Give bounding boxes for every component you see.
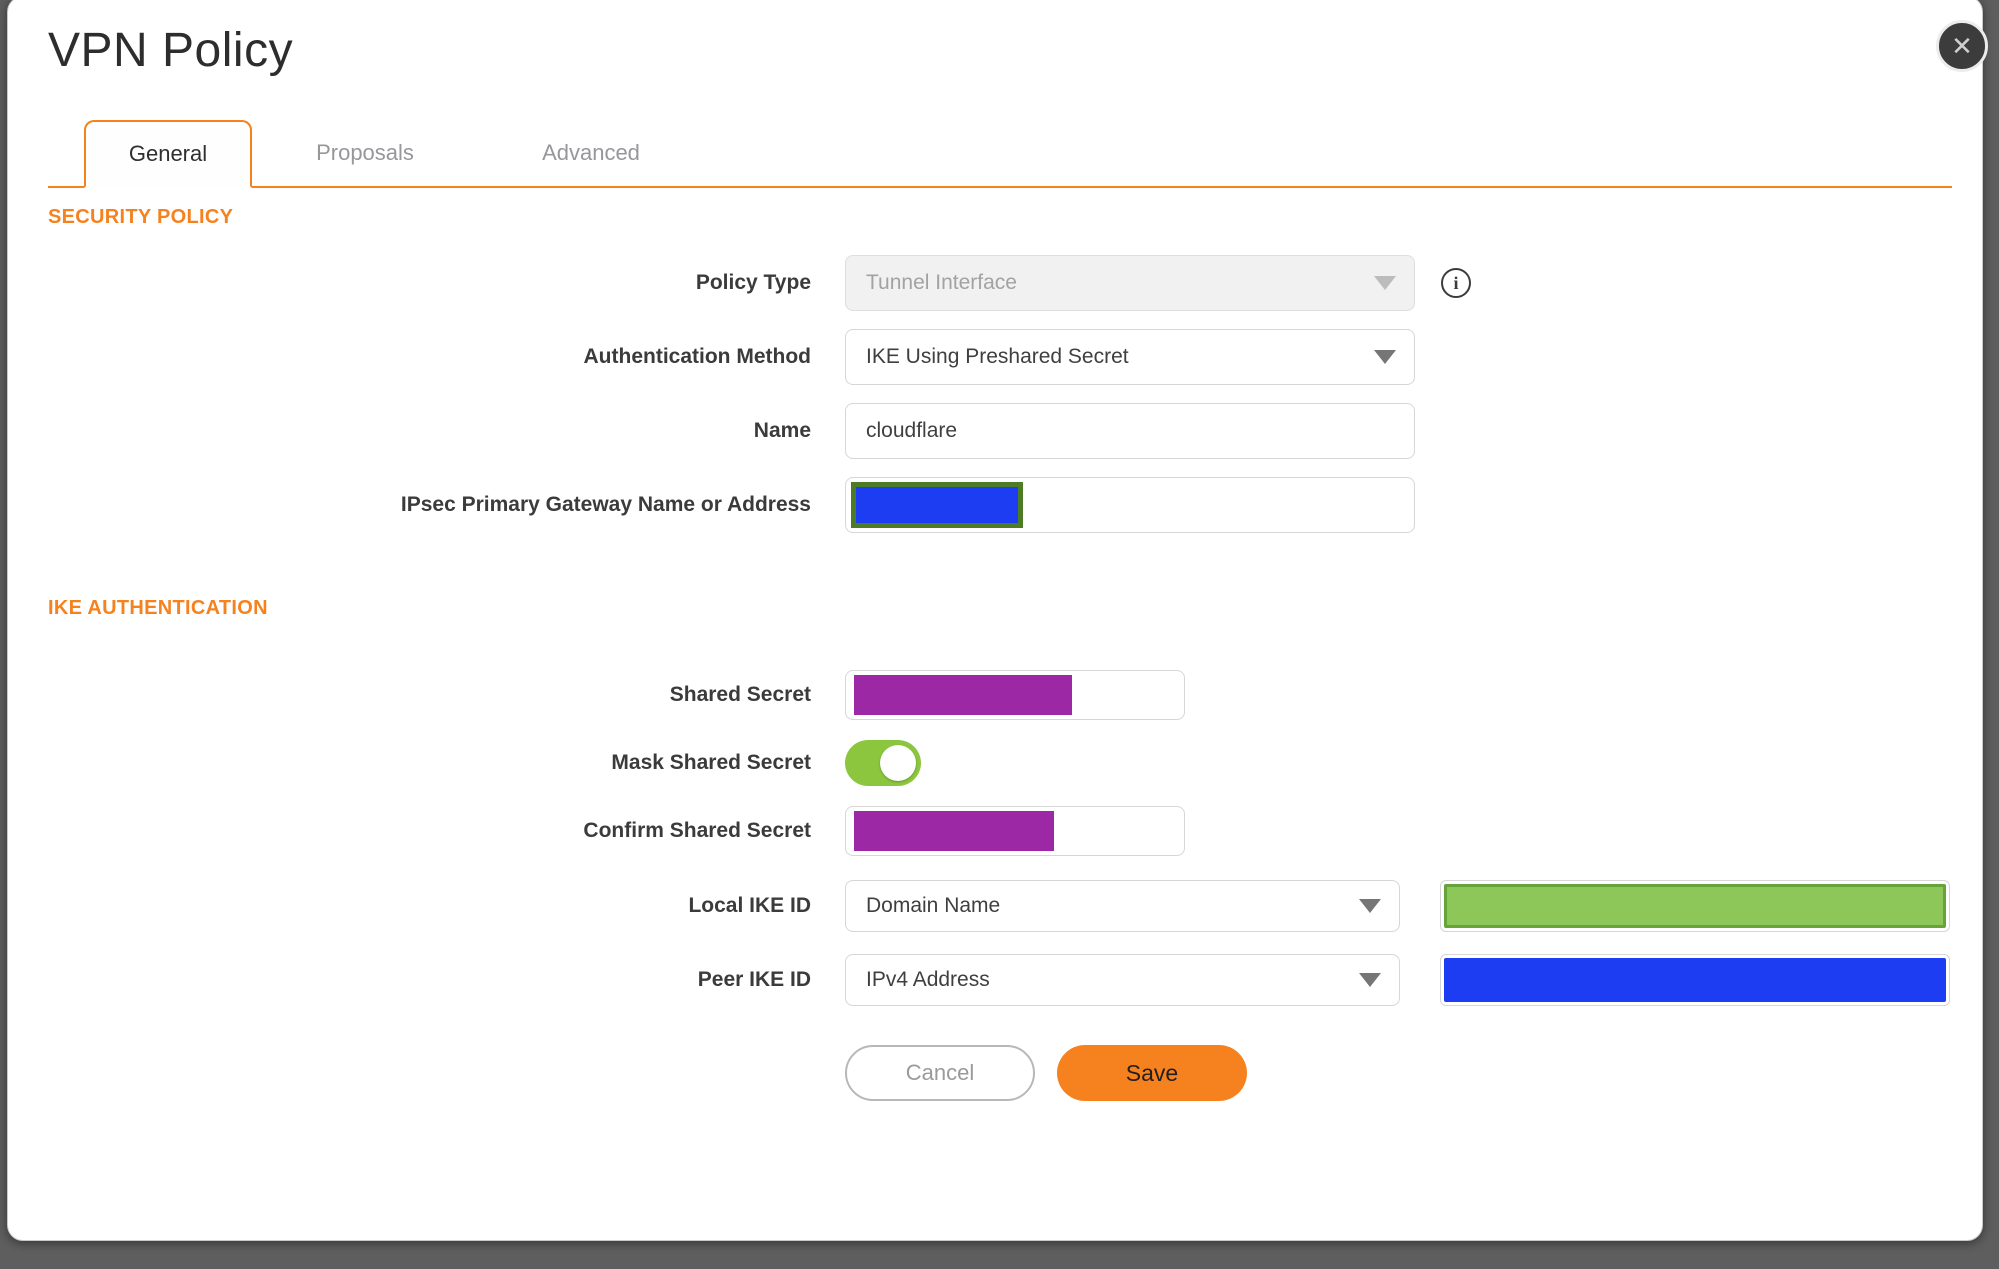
row-shared-secret: Shared Secret [48,670,1952,720]
row-peer-ike-id: Peer IKE ID IPv4 Address [48,954,1952,1006]
close-icon: ✕ [1951,31,1973,61]
masked-shared-secret-value [854,675,1072,715]
modal-backdrop: VPN Policy General Proposals Advanced SE… [0,0,1999,1269]
tab-general[interactable]: General [84,120,252,188]
tab-general-label: General [128,141,208,166]
masked-gateway-value [851,482,1023,528]
row-actions: Cancel Save [48,1045,1952,1101]
local-ike-id-select[interactable]: Domain Name [845,880,1400,932]
policy-type-label: Policy Type [695,271,811,294]
peer-ike-id-type-value: IPv4 Address [866,968,990,991]
local-ike-id-label: Local IKE ID [688,894,811,917]
shared-secret-label: Shared Secret [669,683,811,706]
tab-advanced-label: Advanced [542,140,640,165]
confirm-shared-secret-input[interactable] [845,806,1185,856]
cancel-button[interactable]: Cancel [845,1045,1035,1101]
row-policy-type: Policy Type Tunnel Interface i [48,255,1952,311]
info-icon-glyph: i [1453,272,1459,293]
masked-peer-ike-id-value [1444,958,1946,1002]
name-label: Name [753,419,811,442]
section-heading-ike-authentication: IKE AUTHENTICATION [48,597,268,619]
mask-shared-secret-label: Mask Shared Secret [611,751,811,774]
masked-confirm-shared-secret-value [854,811,1054,851]
close-button[interactable]: ✕ [1936,20,1988,72]
vpn-policy-dialog: VPN Policy General Proposals Advanced SE… [7,0,1983,1241]
confirm-shared-secret-label: Confirm Shared Secret [583,819,811,842]
mask-shared-secret-toggle[interactable] [845,740,921,786]
row-mask-shared-secret: Mask Shared Secret [48,740,1952,786]
shared-secret-input[interactable] [845,670,1185,720]
name-input[interactable]: cloudflare [845,403,1415,459]
save-button[interactable]: Save [1057,1045,1247,1101]
local-ike-id-type-value: Domain Name [866,894,1001,917]
local-ike-id-value-input[interactable] [1440,880,1950,932]
chevron-down-icon [1359,899,1381,913]
ipsec-gateway-label: IPsec Primary Gateway Name or Address [400,493,811,516]
tab-proposals-label: Proposals [316,140,414,165]
page-title: VPN Policy [48,24,294,77]
peer-ike-id-value-input[interactable] [1440,954,1950,1006]
row-confirm-shared-secret: Confirm Shared Secret [48,806,1952,856]
peer-ike-id-select[interactable]: IPv4 Address [845,954,1400,1006]
chevron-down-icon [1374,276,1396,290]
tab-bar: General Proposals Advanced [48,120,1952,188]
policy-type-value: Tunnel Interface [866,271,1017,294]
authentication-method-value: IKE Using Preshared Secret [866,345,1129,368]
row-ipsec-gateway: IPsec Primary Gateway Name or Address [48,477,1952,533]
masked-local-ike-id-value [1444,884,1946,928]
ipsec-gateway-input[interactable] [845,477,1415,533]
row-name: Name cloudflare [48,403,1952,459]
name-value: cloudflare [866,419,958,442]
chevron-down-icon [1359,973,1381,987]
authentication-method-label: Authentication Method [583,345,811,368]
row-authentication-method: Authentication Method IKE Using Preshare… [48,329,1952,385]
chevron-down-icon [1374,350,1396,364]
tab-proposals[interactable]: Proposals [252,120,478,186]
tab-advanced[interactable]: Advanced [478,120,704,186]
policy-type-select: Tunnel Interface [845,255,1415,311]
info-icon[interactable]: i [1441,268,1471,298]
row-local-ike-id: Local IKE ID Domain Name [48,880,1952,932]
peer-ike-id-label: Peer IKE ID [697,968,811,991]
authentication-method-select[interactable]: IKE Using Preshared Secret [845,329,1415,385]
toggle-knob [880,745,916,781]
section-heading-security-policy: SECURITY POLICY [48,206,234,228]
